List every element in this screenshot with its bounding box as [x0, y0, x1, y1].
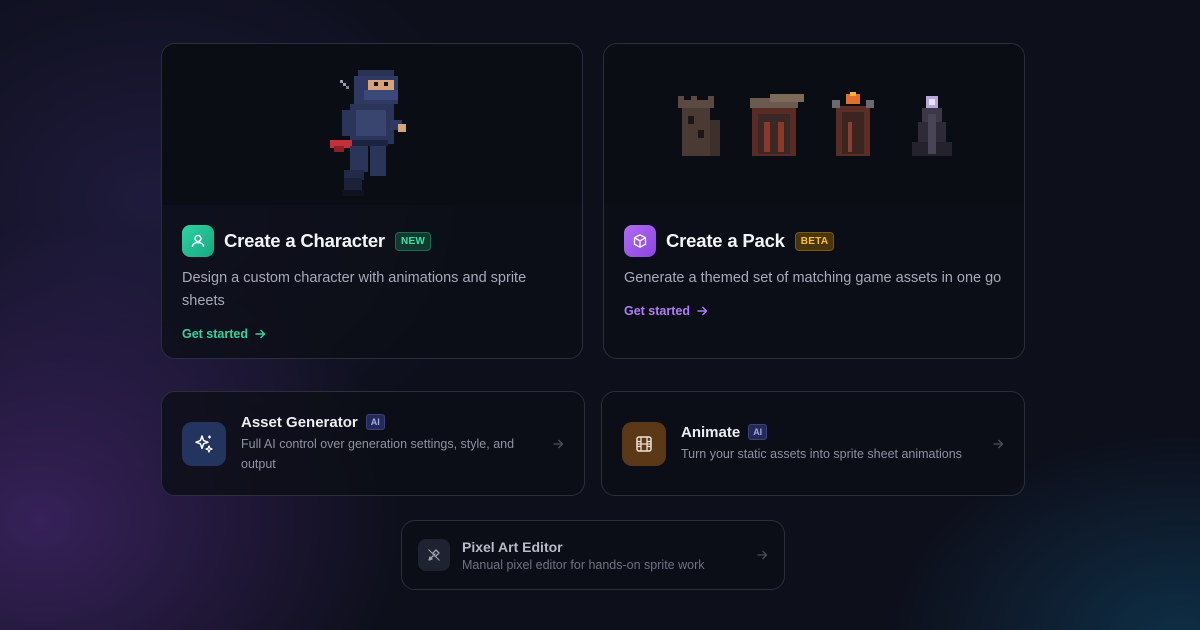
- arrow-right-icon: [993, 439, 1004, 448]
- card-description: Full AI control over generation settings…: [241, 436, 515, 471]
- card-title: Pixel Art Editor: [462, 538, 563, 555]
- create-character-card[interactable]: Create a Character NEW Design a custom c…: [161, 43, 583, 359]
- asset-generator-card[interactable]: Asset Generator AI Full AI control over …: [161, 391, 585, 496]
- card-description: Manual pixel editor for hands-on sprite …: [462, 557, 705, 572]
- beta-badge: BETA: [794, 231, 835, 251]
- sparkles-icon: [182, 421, 226, 466]
- pack-hero: [604, 44, 1024, 205]
- card-title: Asset Generator: [241, 413, 358, 431]
- get-started-link[interactable]: Get started: [182, 327, 266, 341]
- film-icon: [622, 421, 666, 466]
- arrow-right-icon: [553, 439, 564, 448]
- create-pack-card[interactable]: Create a Pack BETA Generate a themed set…: [603, 43, 1025, 359]
- user-icon: [182, 225, 214, 257]
- card-description: Design a custom character with animation…: [182, 270, 527, 309]
- card-description: Generate a themed set of matching game a…: [624, 270, 1002, 286]
- character-hero: [162, 44, 582, 205]
- card-title: Animate: [681, 423, 741, 441]
- tower-sprites-image: [678, 92, 952, 156]
- ninja-sprite-image: [330, 70, 406, 196]
- get-started-link[interactable]: Get started: [624, 304, 708, 318]
- arrow-right-icon: [697, 306, 708, 316]
- get-started-label: Get started: [624, 304, 690, 318]
- new-badge: NEW: [394, 231, 432, 251]
- arrow-right-icon: [757, 550, 768, 560]
- arrow-right-icon: [255, 329, 266, 339]
- ai-badge: AI: [365, 414, 385, 430]
- get-started-label: Get started: [182, 327, 248, 341]
- card-title: Create a Character: [224, 230, 385, 251]
- card-title: Create a Pack: [666, 230, 785, 251]
- brush-icon: [418, 539, 450, 571]
- box-icon: [624, 225, 656, 257]
- card-description: Turn your static assets into sprite shee…: [681, 446, 962, 461]
- ai-badge: AI: [748, 424, 768, 440]
- animate-card[interactable]: Animate AI Turn your static assets into …: [601, 391, 1025, 496]
- pixel-art-editor-card[interactable]: Pixel Art Editor Manual pixel editor for…: [401, 520, 785, 590]
